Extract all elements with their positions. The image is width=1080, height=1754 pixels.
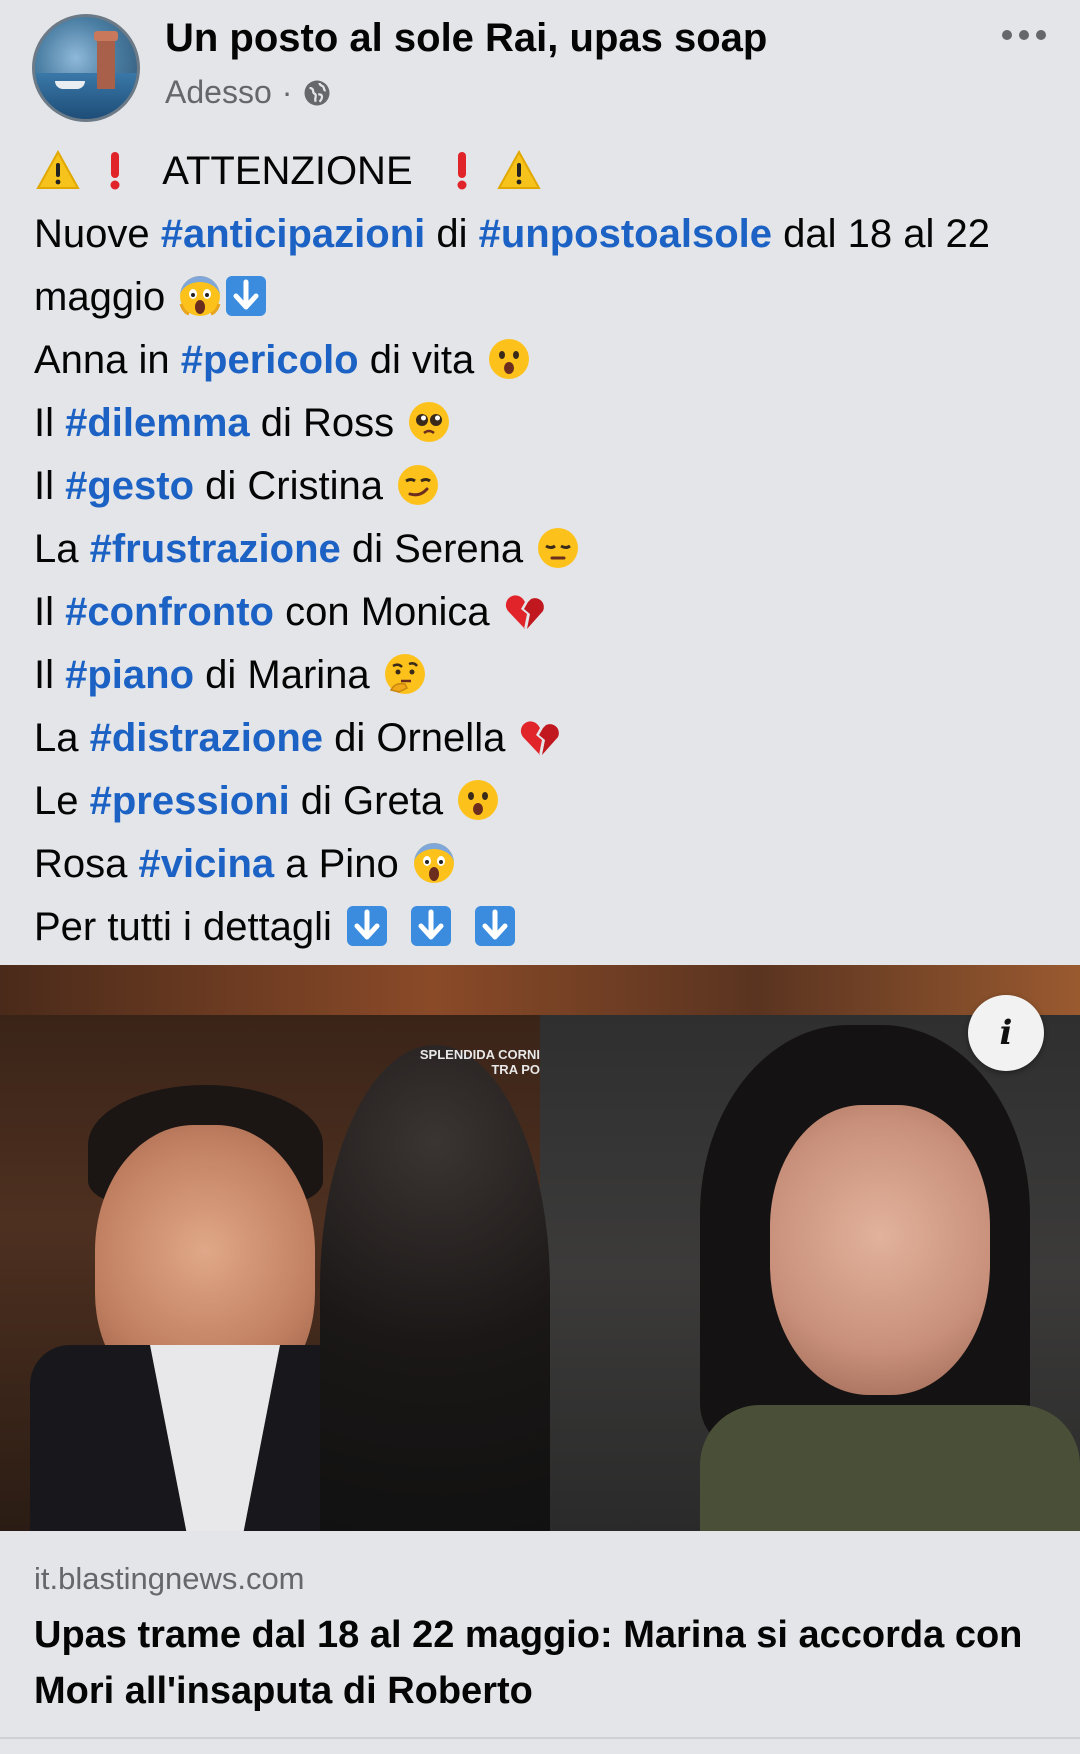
link-title[interactable]: Upas trame dal 18 al 22 maggio: Marina s… — [34, 1607, 1044, 1719]
scream-emoji-icon — [178, 274, 222, 318]
post-text: ATTENZIONE Nuove #anticipazioni di #unpo… — [34, 140, 1064, 959]
content-line: La #frustrazione di Serena — [34, 518, 1064, 581]
down-arrow-icon — [345, 904, 389, 948]
link-card[interactable]: it.blastingnews.com Upas trame dal 18 al… — [0, 1531, 1080, 1737]
intro-text: di — [425, 212, 479, 256]
link-preview-image[interactable]: SPLENDIDA CORNI TRA PO i — [0, 965, 1080, 1531]
line-text: di vita — [358, 338, 486, 382]
line-text: di Marina — [194, 653, 381, 697]
line-text: Il — [34, 653, 66, 697]
content-line: Il #piano di Marina — [34, 644, 1064, 707]
content-line: La #distrazione di Ornella — [34, 707, 1064, 770]
content-line: Rosa #vicina a Pino — [34, 833, 1064, 896]
intro-text: Nuove — [34, 212, 161, 256]
line-text: Il — [34, 590, 66, 634]
thinking-emoji-icon — [383, 652, 427, 696]
info-icon[interactable]: i — [968, 995, 1044, 1071]
down-arrow-icon — [409, 904, 453, 948]
hashtag-link[interactable]: #vicina — [139, 842, 275, 886]
overlay-line: SPLENDIDA CORNI — [419, 1047, 540, 1062]
line-text: di Cristina — [194, 464, 395, 508]
content-line: Il #confronto con Monica — [34, 581, 1064, 644]
post-meta: Adesso · — [165, 74, 332, 111]
divider — [0, 1737, 1080, 1739]
attention-line: ATTENZIONE — [34, 140, 1064, 203]
hashtag-link[interactable]: #unpostoalsole — [479, 212, 772, 256]
link-domain: it.blastingnews.com — [34, 1561, 305, 1596]
warning-icon — [36, 148, 80, 192]
warning-icon — [497, 148, 541, 192]
line-text: Rosa — [34, 842, 139, 886]
image-overlay-text: SPLENDIDA CORNI TRA PO — [408, 1047, 540, 1077]
line-text: di Ross — [249, 401, 406, 445]
down-arrow-icon — [473, 904, 517, 948]
pensive-emoji-icon — [536, 526, 580, 570]
line-text: con Monica — [274, 590, 501, 634]
broken-heart-icon — [503, 589, 547, 633]
hashtag-link[interactable]: #anticipazioni — [161, 212, 426, 256]
down-arrow-icon — [224, 274, 268, 318]
hashtag-link[interactable]: #piano — [65, 653, 194, 697]
overlay-line: TRA PO — [491, 1062, 540, 1077]
globe-icon — [302, 78, 332, 108]
content-line: Le #pressioni di Greta — [34, 770, 1064, 833]
line-text: Anna in — [34, 338, 181, 382]
meta-separator: · — [281, 74, 293, 110]
line-text: di Greta — [289, 779, 455, 823]
attention-text: ATTENZIONE — [162, 149, 413, 193]
line-text: di Serena — [340, 527, 535, 571]
hashtag-link[interactable]: #gesto — [65, 464, 194, 508]
more-options-icon[interactable] — [994, 20, 1054, 50]
intro-line: Nuove #anticipazioni di #unpostoalsole d… — [34, 203, 1064, 329]
hashtag-link[interactable]: #dilemma — [65, 401, 250, 445]
hashtag-link[interactable]: #distrazione — [90, 716, 323, 760]
footer-text: Per tutti i dettagli — [34, 905, 344, 949]
page-avatar[interactable] — [32, 14, 140, 122]
line-text: Il — [34, 464, 66, 508]
content-line: Anna in #pericolo di vita — [34, 329, 1064, 392]
astonished-emoji-icon — [487, 337, 531, 381]
exclamation-icon — [440, 148, 484, 192]
exclamation-icon — [93, 148, 137, 192]
scream-emoji-icon — [412, 841, 456, 885]
footer-line: Per tutti i dettagli — [34, 896, 1064, 959]
pleading-emoji-icon — [407, 400, 451, 444]
hashtag-link[interactable]: #confronto — [65, 590, 274, 634]
line-text: La — [34, 527, 90, 571]
broken-heart-icon — [518, 715, 562, 759]
line-text: di Ornella — [323, 716, 517, 760]
hashtag-link[interactable]: #frustrazione — [90, 527, 341, 571]
post-time[interactable]: Adesso — [165, 74, 272, 111]
line-text: Le — [34, 779, 90, 823]
hashtag-link[interactable]: #pericolo — [181, 338, 359, 382]
post-header: Un posto al sole Rai, upas soap Adesso · — [0, 0, 1080, 130]
line-text: Il — [34, 401, 66, 445]
astonished-emoji-icon — [456, 778, 500, 822]
content-line: Il #dilemma di Ross — [34, 392, 1064, 455]
page-name[interactable]: Un posto al sole Rai, upas soap — [165, 16, 767, 61]
line-text: a Pino — [274, 842, 410, 886]
line-text: La — [34, 716, 90, 760]
hashtag-link[interactable]: #pressioni — [90, 779, 290, 823]
content-line: Il #gesto di Cristina — [34, 455, 1064, 518]
smirk-emoji-icon — [396, 463, 440, 507]
